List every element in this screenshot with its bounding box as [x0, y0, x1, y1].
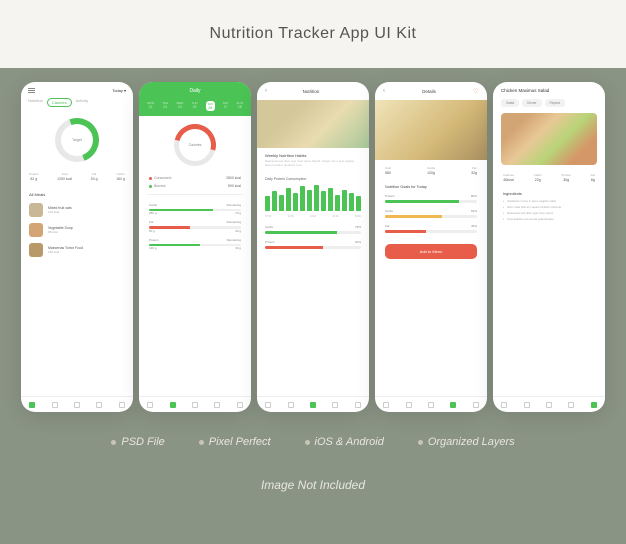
feature-item: Organized Layers [418, 436, 515, 448]
feature-item: Pixel Perfect [199, 436, 271, 448]
nav-icon[interactable] [591, 402, 597, 408]
nav-icon[interactable] [214, 402, 220, 408]
bottom-nav [21, 396, 133, 412]
dish-image [375, 100, 487, 160]
add-to-menu-button[interactable]: Add to Menu [385, 244, 477, 259]
nav-icon[interactable] [428, 402, 434, 408]
ingredient-item: Cras dapibus nisi vel elit pellentesque [493, 216, 605, 222]
day-sat[interactable]: SAT27 [223, 101, 229, 111]
heart-icon[interactable] [473, 88, 479, 94]
meal-thumb [29, 223, 43, 237]
day-mon[interactable]: MON22 [147, 101, 154, 111]
meal-thumb [29, 203, 43, 217]
day-picker: MON22 TUE23 WED24 THU25 FRI26 SAT27 SUN2… [139, 98, 251, 116]
calorie-ring: Calories [174, 124, 216, 166]
protein-bar-chart [257, 183, 369, 215]
nav-icon[interactable] [192, 402, 198, 408]
day-tue[interactable]: TUE23 [162, 101, 168, 111]
disclaimer-text: Image Not Included [0, 478, 626, 492]
chart-title: Daily Protein Consumption [257, 173, 369, 183]
back-icon[interactable]: ‹ [265, 88, 267, 94]
nav-icon[interactable] [170, 402, 176, 408]
meal-row[interactable]: Mixed fruit oats120 kcal [21, 200, 133, 220]
hamburger-icon[interactable] [28, 88, 35, 93]
meal-row[interactable]: Maecenas Tortor Food150 kcal [21, 240, 133, 260]
nav-icon[interactable] [52, 402, 58, 408]
tab-activity[interactable]: Activity [76, 98, 89, 107]
tag-salad[interactable]: Salad [501, 99, 519, 107]
features-list: PSD File Pixel Perfect iOS & Android Org… [0, 436, 626, 448]
nav-icon[interactable] [310, 402, 316, 408]
nav-icon[interactable] [265, 402, 271, 408]
tab-calories[interactable]: Calories [47, 98, 72, 107]
nav-icon[interactable] [501, 402, 507, 408]
tag-dinner[interactable]: Dinner [522, 99, 541, 107]
nav-icon[interactable] [332, 402, 338, 408]
tag-repeat[interactable]: Repeat [545, 99, 565, 107]
macro-summary: Protein82 g Kcal1250 kcal Fat53 g Carbs1… [21, 166, 133, 187]
promo-header: Nutrition Tracker App UI Kit [0, 0, 626, 68]
nav-icon[interactable] [568, 402, 574, 408]
tab-nutrition[interactable]: Nutrition [28, 98, 43, 107]
nav-icon[interactable] [74, 402, 80, 408]
screen-dashboard: Today ▾ Nutrition Calories Activity Targ… [21, 82, 133, 412]
kit-title: Nutrition Tracker App UI Kit [210, 25, 417, 43]
back-icon[interactable]: ‹ [383, 88, 385, 94]
daily-header: Daily MON22 TUE23 WED24 THU25 FRI26 SAT2… [139, 82, 251, 116]
recipe-title: Chicken Maximus Salad [501, 88, 597, 93]
all-meals-heading: All Meals [21, 187, 133, 200]
nav-icon[interactable] [119, 402, 125, 408]
nav-icon[interactable] [96, 402, 102, 408]
meal-row[interactable]: Vegetable Soup98 kcal [21, 220, 133, 240]
day-thu[interactable]: THU25 [191, 101, 197, 111]
today-selector[interactable]: Today ▾ [112, 88, 126, 93]
goals-heading: Nutrition Goals for Today [375, 181, 487, 191]
calorie-ring: Target [55, 118, 99, 162]
nav-icon[interactable] [288, 402, 294, 408]
screen-details: ‹Details Kcal580 Carbs120g Fat32g Nutrit… [375, 82, 487, 412]
screen-daily: Daily MON22 TUE23 WED24 THU25 FRI26 SAT2… [139, 82, 251, 412]
target-label: Target [72, 138, 82, 142]
day-sun[interactable]: SUN28 [237, 101, 243, 111]
nav-icon[interactable] [237, 402, 243, 408]
feature-item: PSD File [111, 436, 164, 448]
hero-image [257, 100, 369, 148]
nav-icon[interactable] [473, 402, 479, 408]
day-fri[interactable]: FRI26 [206, 101, 215, 111]
meal-thumb [29, 243, 43, 257]
nav-icon[interactable] [546, 402, 552, 408]
screen-recipe: Chicken Maximus Salad Salad Dinner Repea… [493, 82, 605, 412]
screen-nutrition: ‹Nutrition Weekly Nutrition Habits Maece… [257, 82, 369, 412]
nav-home-icon[interactable] [29, 402, 35, 408]
day-wed[interactable]: WED24 [176, 101, 183, 111]
recipe-image [501, 113, 597, 165]
nav-icon[interactable] [524, 402, 530, 408]
ingredients-heading: Ingredients [493, 188, 605, 198]
metric-tabs: Nutrition Calories Activity [21, 96, 133, 112]
nav-icon[interactable] [450, 402, 456, 408]
macro-bars: CarbsRemaining250 g70 g FatRemaining50 g… [139, 199, 251, 260]
feature-item: iOS & Android [305, 436, 384, 448]
nav-icon[interactable] [355, 402, 361, 408]
nav-icon[interactable] [406, 402, 412, 408]
screens-container: Today ▾ Nutrition Calories Activity Targ… [0, 68, 626, 412]
nav-icon[interactable] [147, 402, 153, 408]
nav-icon[interactable] [383, 402, 389, 408]
